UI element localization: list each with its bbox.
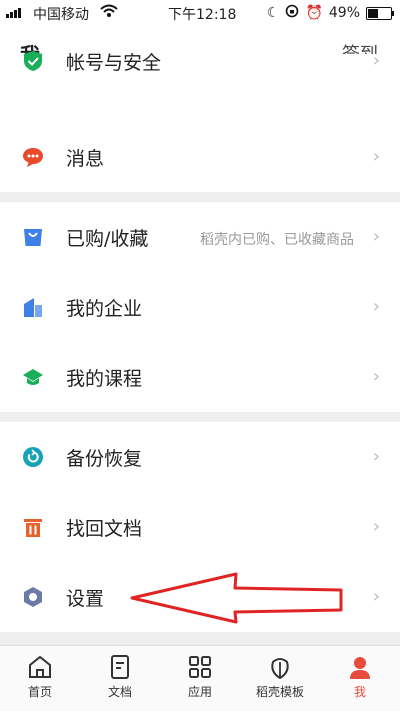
rotation-lock-icon <box>285 4 299 22</box>
annotation-arrow <box>130 572 343 624</box>
battery-percent: 49% <box>328 5 360 21</box>
trash-icon <box>24 519 42 537</box>
tab-documents[interactable]: 文档 <box>85 654 155 700</box>
tab-label: 文档 <box>107 685 132 699</box>
row-messages[interactable]: 消息 › <box>0 122 400 192</box>
clock: 下午12:18 <box>168 7 237 23</box>
row-label: 已购/收藏 <box>66 228 149 250</box>
hexagon-gear-icon <box>24 587 42 607</box>
shield-check-icon <box>24 51 42 71</box>
status-bar: 中国移动 下午12:18 ☾ ⏰ 49% <box>0 0 400 26</box>
chevron-right-icon: › <box>372 446 380 467</box>
row-my-company[interactable]: 我的企业 › <box>0 272 400 342</box>
building-icon <box>24 298 42 317</box>
row-my-courses[interactable]: 我的课程 › <box>0 342 400 412</box>
tab-label: 稻壳模板 <box>255 685 304 699</box>
row-label: 备份恢复 <box>66 448 143 470</box>
carrier-name: 中国移动 <box>33 7 89 23</box>
alarm-icon: ⏰ <box>305 5 323 21</box>
row-account-security[interactable]: 帐号与安全 › <box>0 50 400 124</box>
row-backup-restore[interactable]: 备份恢复 › <box>0 422 400 492</box>
tab-templates[interactable]: 稻壳模板 <box>245 654 315 700</box>
row-hint: 稻壳内已购、已收藏商品 <box>200 232 354 248</box>
chevron-right-icon: › <box>372 296 380 317</box>
row-label: 我的课程 <box>66 368 143 390</box>
shopping-bag-icon <box>24 229 42 246</box>
bottom-tab-bar: 首页 文档 应用 稻壳模板 我 <box>0 645 400 711</box>
tab-label: 应用 <box>187 685 212 699</box>
chevron-right-icon: › <box>372 226 380 247</box>
grid-icon <box>189 656 211 678</box>
chevron-right-icon: › <box>372 516 380 537</box>
wifi-icon <box>100 4 118 22</box>
chevron-right-icon: › <box>372 146 380 167</box>
tab-apps[interactable]: 应用 <box>165 654 235 700</box>
person-icon <box>350 657 370 679</box>
home-icon <box>29 655 51 678</box>
battery-icon <box>366 6 394 20</box>
graduation-cap-icon <box>23 369 43 385</box>
moon-icon: ☾ <box>266 5 280 21</box>
leaf-icon <box>271 658 289 680</box>
tab-me[interactable]: 我 <box>325 654 395 700</box>
row-label: 找回文档 <box>66 518 143 540</box>
signal-icon <box>6 8 21 18</box>
chevron-right-icon: › <box>372 586 380 607</box>
document-icon <box>111 655 129 679</box>
chevron-right-icon: › <box>372 366 380 387</box>
chevron-right-icon: › <box>372 50 380 71</box>
row-label: 帐号与安全 <box>66 52 162 74</box>
tab-home[interactable]: 首页 <box>5 654 75 700</box>
tab-label: 我 <box>353 685 366 699</box>
refresh-circle-icon <box>23 447 43 467</box>
row-label: 消息 <box>66 148 105 170</box>
row-purchased-favorites[interactable]: 已购/收藏 稻壳内已购、已收藏商品 › <box>0 202 400 272</box>
speech-bubble-icon <box>23 148 43 167</box>
tab-label: 首页 <box>27 685 52 699</box>
row-label: 设置 <box>66 588 105 610</box>
row-label: 我的企业 <box>66 298 143 320</box>
row-recover-documents[interactable]: 找回文档 › <box>0 492 400 562</box>
